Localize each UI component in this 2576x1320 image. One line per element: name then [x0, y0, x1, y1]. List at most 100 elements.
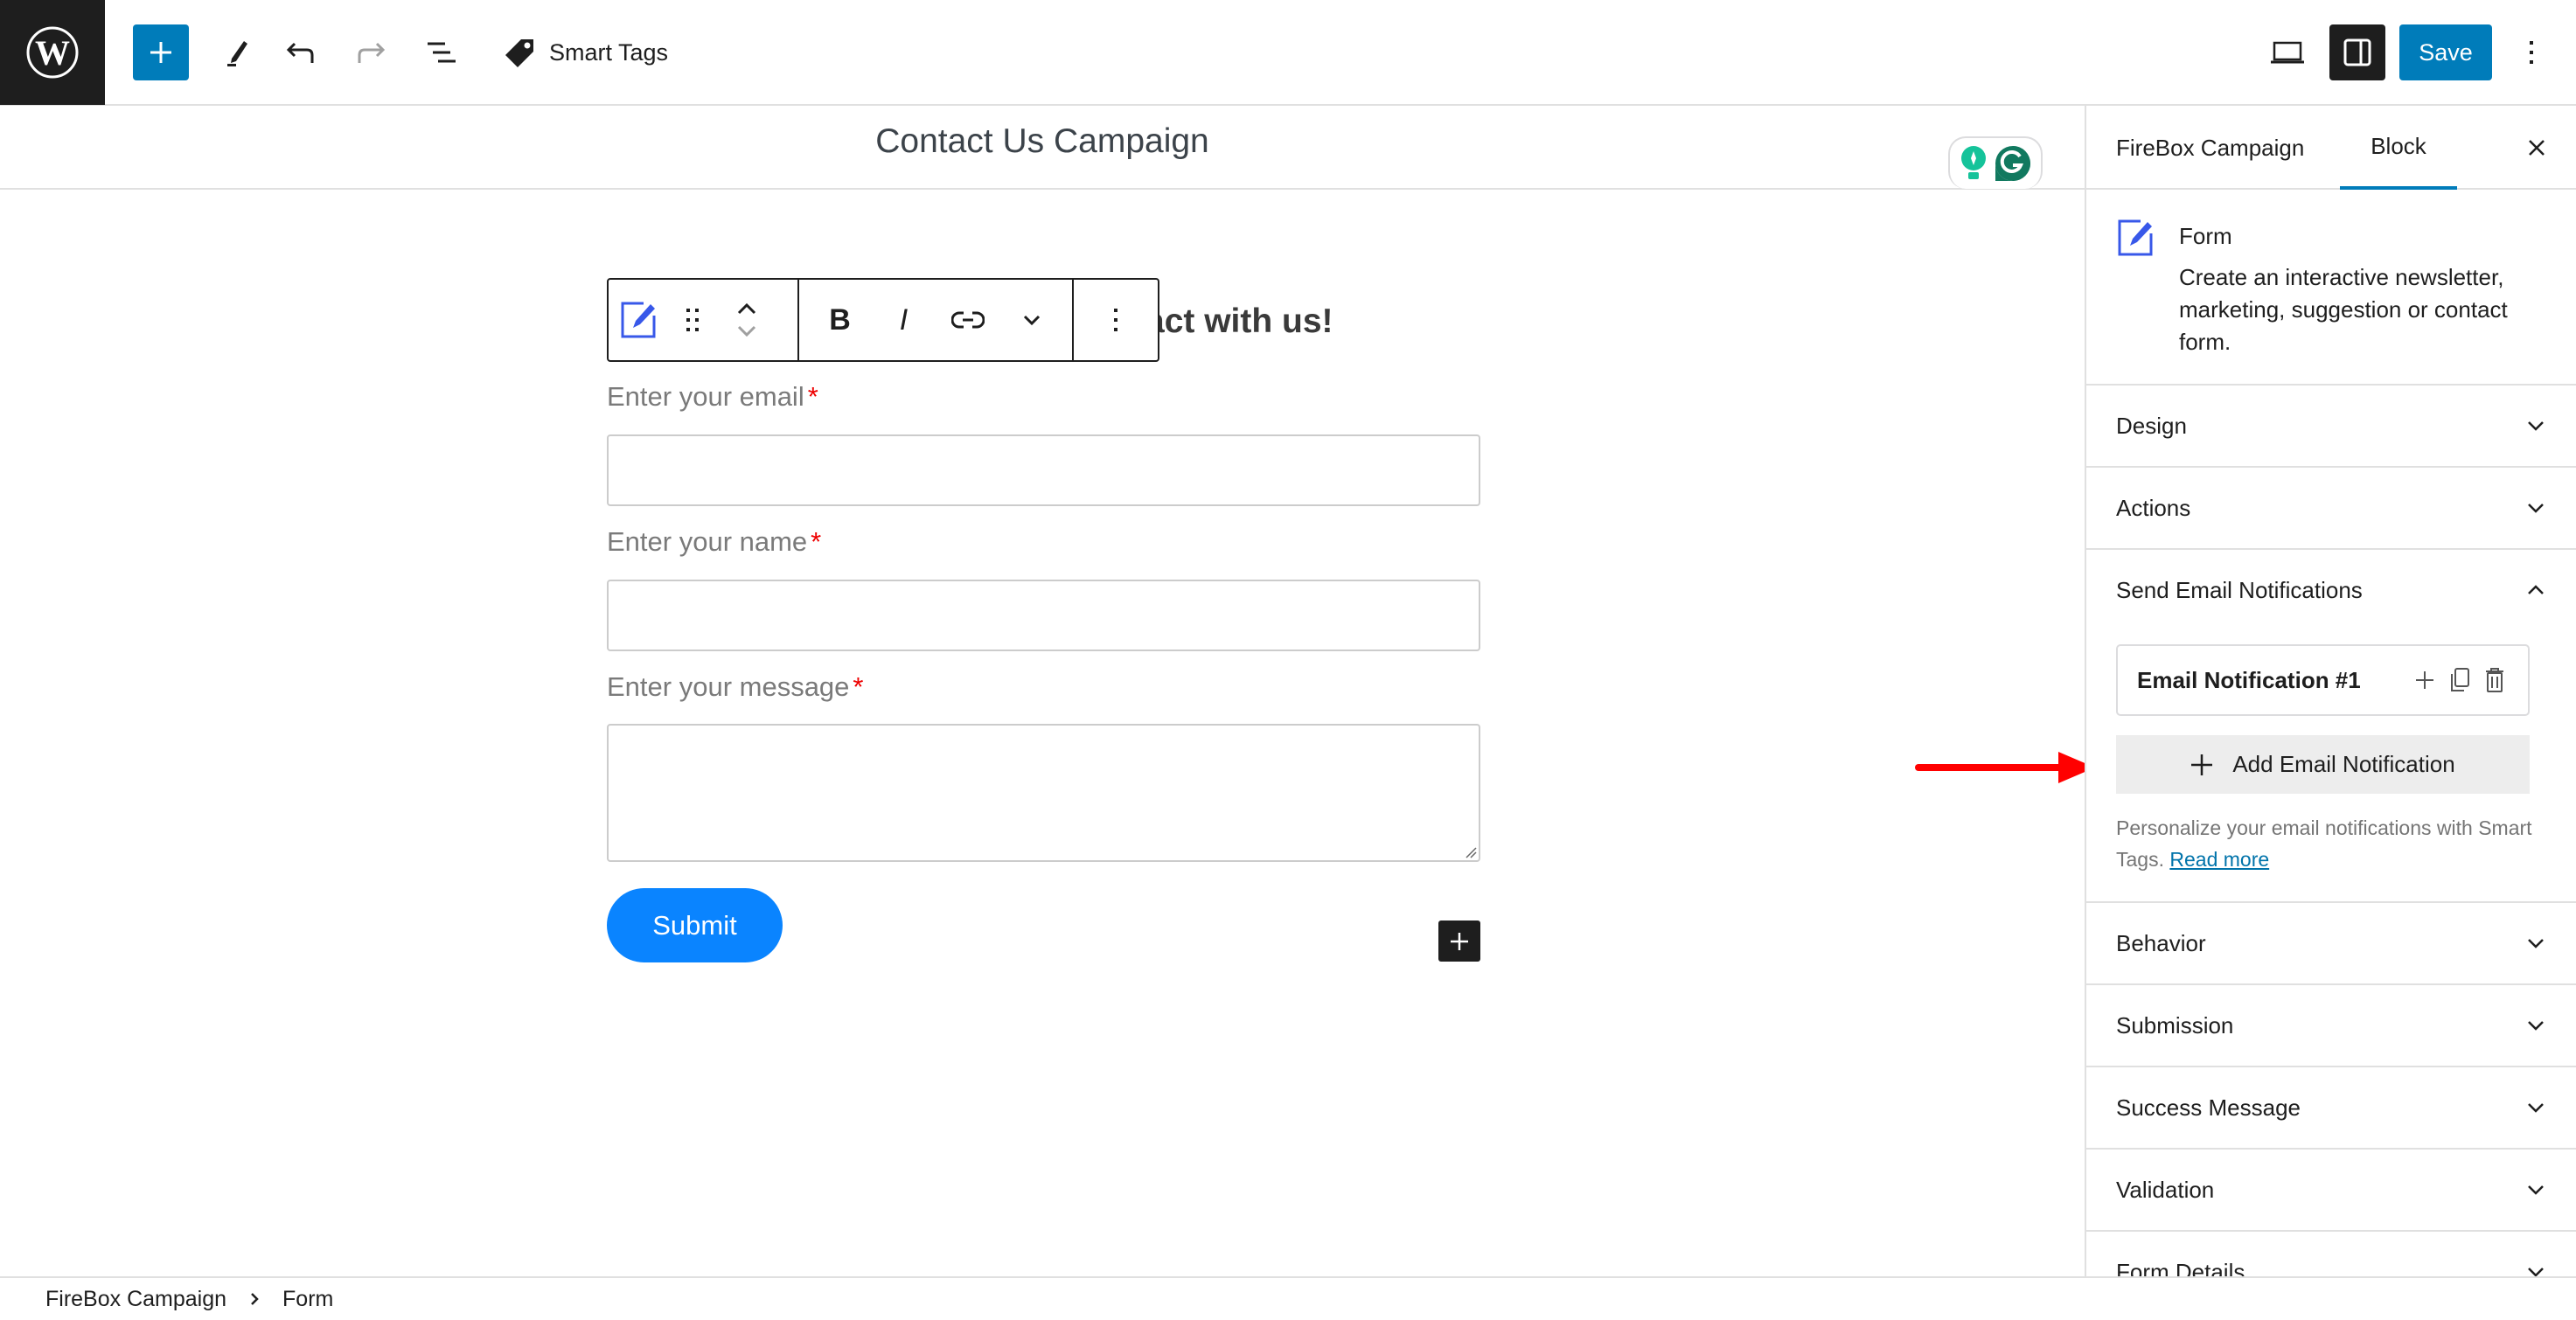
panel-actions: Actions [2086, 468, 2576, 550]
chevron-down-icon [2524, 1095, 2548, 1120]
panel-toggle[interactable]: Actions [2086, 468, 2576, 548]
italic-button[interactable]: I [880, 280, 929, 360]
block-type-button[interactable] [609, 280, 670, 360]
undo-button[interactable] [273, 24, 329, 80]
panel-title: Validation [2116, 1176, 2215, 1203]
block-card-title: Form [2179, 223, 2232, 249]
block-toolbar-group-options [1072, 280, 1158, 360]
resize-handle-icon[interactable] [1465, 846, 1477, 858]
add-block-button[interactable] [1438, 921, 1480, 962]
tools-button[interactable] [210, 24, 266, 80]
vertical-ellipsis-icon [1114, 309, 1117, 331]
panel-title: Design [2116, 412, 2187, 439]
list-view-button[interactable] [413, 24, 469, 80]
list-view-icon [428, 42, 456, 63]
required-asterisk: * [811, 526, 822, 557]
block-toolbar-group-block [609, 280, 797, 360]
grammarly-widget[interactable] [1948, 136, 2043, 189]
tab-block[interactable]: Block [2340, 106, 2457, 190]
panel-title: Submission [2116, 1011, 2234, 1039]
preview-button[interactable] [2259, 24, 2315, 80]
add-notification-icon-button[interactable] [2411, 664, 2439, 696]
settings-sidebar-toggle[interactable] [2329, 24, 2385, 80]
panel-toggle[interactable]: Behavior [2086, 903, 2576, 983]
chevron-down-icon [1023, 315, 1040, 326]
breadcrumb-item-form[interactable]: Form [282, 1287, 333, 1312]
svg-text:W: W [35, 33, 70, 73]
panel-title: Success Message [2116, 1094, 2301, 1121]
move-up-icon[interactable] [736, 302, 757, 315]
smart-tags-button[interactable]: Smart Tags [498, 24, 675, 80]
plus-icon [2191, 754, 2213, 775]
block-toolbar-group-format: B I [797, 280, 1072, 360]
email-field[interactable] [607, 434, 1480, 506]
tag-icon [505, 39, 533, 67]
link-button[interactable] [943, 280, 992, 360]
chevron-right-icon [251, 1293, 259, 1305]
block-inserter-button[interactable] [133, 24, 189, 80]
close-icon [2529, 140, 2545, 156]
breadcrumb-item-campaign[interactable]: FireBox Campaign [45, 1287, 226, 1312]
wordpress-logo[interactable]: W [0, 0, 105, 105]
document-title[interactable]: Contact Us Campaign [0, 122, 2085, 161]
copy-icon [2451, 668, 2469, 691]
panel-design: Design [2086, 386, 2576, 468]
form-heading[interactable]: act with us! [1145, 302, 1333, 341]
add-email-notification-button[interactable]: Add Email Notification [2116, 735, 2530, 794]
submit-button[interactable]: Submit [607, 888, 783, 962]
move-buttons [715, 280, 778, 360]
chevron-down-icon [2524, 931, 2548, 955]
email-notification-item[interactable]: Email Notification #1 [2116, 644, 2530, 716]
sidebar-toggle-icon [2343, 38, 2371, 66]
panel-behavior: Behavior [2086, 903, 2576, 985]
name-field-label: Enter your name * [607, 526, 821, 558]
drag-handle-icon [686, 309, 699, 331]
form-block-icon [621, 302, 656, 338]
message-textarea[interactable] [607, 724, 1480, 862]
plus-icon [1451, 932, 1468, 950]
drag-handle[interactable] [670, 280, 715, 360]
panel-toggle[interactable]: Success Message [2086, 1067, 2576, 1148]
move-down-icon[interactable] [736, 325, 757, 337]
block-options-button[interactable] [1090, 280, 1142, 360]
panel-toggle[interactable]: Form Details [2086, 1232, 2576, 1276]
panel-toggle[interactable]: Design [2086, 386, 2576, 466]
chevron-down-icon [2524, 1260, 2548, 1276]
block-toolbar: B I [607, 278, 1159, 362]
smart-tags-label: Smart Tags [549, 38, 669, 66]
form-block-icon [2118, 219, 2153, 256]
panel-submission: Submission [2086, 985, 2576, 1067]
panel-toggle[interactable]: Send Email Notifications [2086, 550, 2576, 630]
more-formatting-button[interactable] [1007, 280, 1056, 360]
panel-toggle[interactable]: Validation [2086, 1150, 2576, 1230]
panel-title: Form Details [2116, 1258, 2245, 1277]
delete-notification-button[interactable] [2481, 664, 2509, 696]
duplicate-notification-button[interactable] [2446, 664, 2474, 696]
close-sidebar-button[interactable] [2515, 106, 2559, 190]
read-more-link[interactable]: Read more [2169, 848, 2269, 871]
chevron-up-icon [2524, 578, 2548, 602]
breadcrumb: FireBox Campaign Form [0, 1276, 2576, 1320]
save-button[interactable]: Save [2399, 24, 2492, 80]
panel-toggle[interactable]: Submission [2086, 985, 2576, 1066]
email-field-label: Enter your email * [607, 381, 818, 413]
pencil-icon [227, 41, 247, 66]
redo-button[interactable] [343, 24, 399, 80]
required-asterisk: * [853, 671, 864, 702]
trash-icon [2486, 668, 2503, 692]
name-field[interactable] [607, 580, 1480, 651]
email-notification-title: Email Notification #1 [2137, 666, 2361, 693]
wordpress-logo-icon: W [26, 26, 79, 79]
chevron-down-icon [2524, 1178, 2548, 1202]
settings-sidebar: FireBox Campaign Block Form Create an in… [2085, 106, 2576, 1276]
tab-firebox-campaign[interactable]: FireBox Campaign [2116, 106, 2304, 190]
annotation-arrow [1915, 752, 2095, 783]
chevron-down-icon [2524, 1013, 2548, 1038]
message-field-label: Enter your message * [607, 671, 864, 703]
bold-button[interactable]: B [816, 280, 865, 360]
editor-top-bar: W Smart Tags Save [0, 0, 2576, 106]
email-label-text: Enter your email [607, 381, 804, 412]
vertical-ellipsis-icon [2530, 41, 2533, 64]
options-menu-button[interactable] [2510, 24, 2553, 80]
undo-icon [286, 42, 314, 63]
